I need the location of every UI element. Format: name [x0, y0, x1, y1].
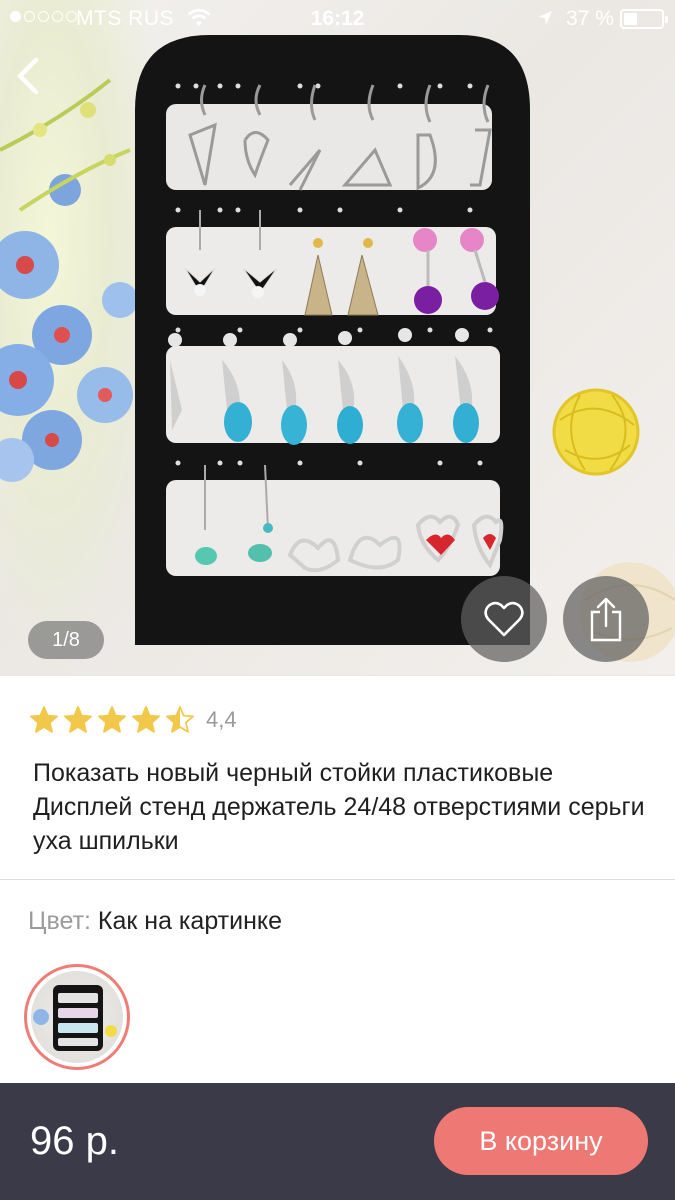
image-counter: 1/8 — [28, 621, 104, 659]
product-image-gallery[interactable]: MTS RUS 16:12 37 % 1/8 — [0, 0, 675, 675]
product-photo — [0, 35, 675, 662]
color-option: Цвет: Как на картинке — [28, 907, 282, 936]
color-label: Цвет: — [28, 907, 91, 935]
back-button[interactable] — [8, 52, 52, 100]
bottom-bar: 96 р. В корзину — [0, 1083, 675, 1200]
star-icon — [30, 706, 58, 733]
favorite-button[interactable] — [461, 576, 547, 662]
rating: 4,4 — [30, 706, 237, 733]
color-value: Как на картинке — [97, 907, 283, 935]
star-icon — [64, 706, 92, 733]
rating-value: 4,4 — [206, 706, 237, 732]
share-button[interactable] — [563, 576, 649, 662]
rating-stars — [30, 706, 194, 733]
blue-flowers-decoration — [0, 78, 138, 482]
yellow-ball-decoration — [552, 388, 640, 476]
earring-stand — [135, 35, 530, 645]
star-icon — [166, 706, 194, 733]
add-to-cart-button[interactable]: В корзину — [434, 1107, 648, 1175]
divider — [0, 879, 675, 880]
color-swatch-selected[interactable] — [24, 964, 130, 1070]
color-swatch-image — [31, 971, 123, 1063]
price: 96 р. — [30, 1119, 119, 1163]
share-icon — [590, 597, 622, 642]
heart-outline-icon — [484, 601, 524, 637]
battery-icon — [620, 9, 668, 29]
product-info: 4,4 Показать новый черный стойки пластик… — [0, 675, 675, 880]
status-bar: MTS RUS 16:12 37 % — [0, 0, 675, 40]
battery-level — [624, 13, 638, 25]
star-icon — [98, 706, 126, 733]
location-arrow-icon — [538, 11, 552, 25]
battery-percent: 37 % — [566, 7, 614, 30]
chevron-left-icon — [17, 57, 39, 95]
product-title: Показать новый черный стойки пластиковые… — [33, 759, 645, 855]
star-icon — [132, 706, 160, 733]
